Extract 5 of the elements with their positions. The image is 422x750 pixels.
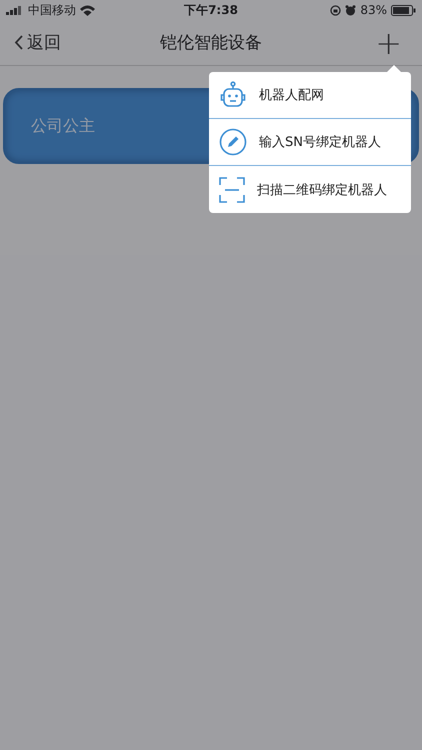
nav-title: 铠伦智能设备 (160, 32, 262, 54)
battery-percent: 83% (360, 3, 387, 17)
carrier-name: 中国移动 (28, 2, 76, 18)
status-time: 下午7:38 (184, 2, 238, 18)
device-name: 公司公主 (31, 116, 95, 136)
